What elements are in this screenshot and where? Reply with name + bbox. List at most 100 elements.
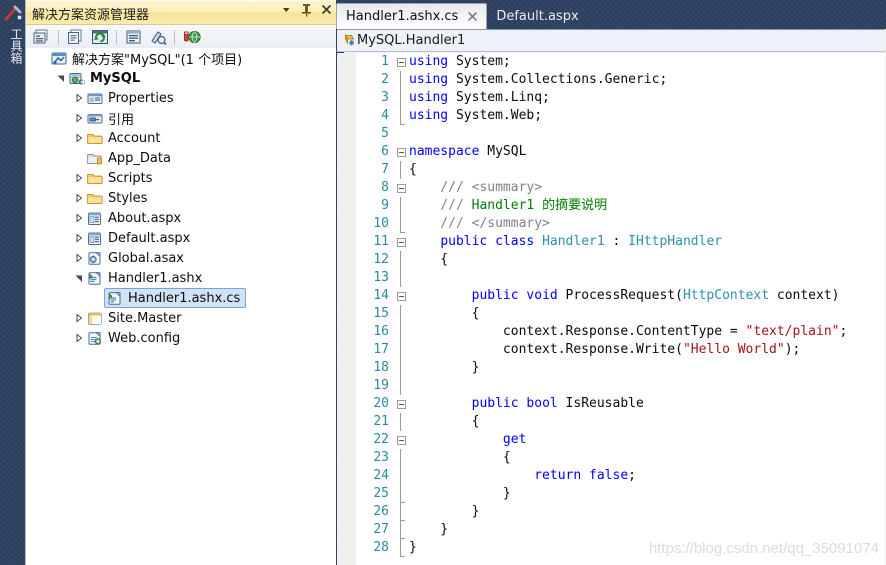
code-line[interactable]: 17 context.Response.Write("Hello World")… — [337, 341, 885, 359]
tree-item[interactable]: 解决方案"MySQL"(1 个项目) — [26, 48, 337, 68]
code-line[interactable]: 27 } — [337, 521, 885, 539]
toolbox-label: 工具箱 — [9, 28, 23, 64]
editor-tab[interactable]: Handler1.ashx.cs — [336, 3, 488, 29]
code-token: using — [409, 108, 449, 123]
code-line[interactable]: 4 using System.Web; — [337, 107, 885, 125]
editor-tab[interactable]: Default.aspx — [487, 3, 586, 29]
fold-collapse-icon[interactable] — [395, 287, 407, 305]
editor-breadcrumb[interactable]: MySQL.Handler1 — [337, 29, 885, 52]
tree-item[interactable]: App_Data — [26, 148, 337, 168]
tree-expander-collapsed-icon[interactable] — [72, 208, 86, 228]
tree-expander-expanded-icon[interactable] — [72, 268, 86, 288]
fold-collapse-icon[interactable] — [395, 53, 407, 71]
fold-collapse-icon[interactable] — [395, 179, 407, 197]
cs-file-icon — [106, 290, 124, 306]
tree-item[interactable]: Handler1.ashx — [26, 268, 337, 288]
code-line[interactable]: 25 } — [337, 485, 885, 503]
code-line[interactable]: 18 } — [337, 359, 885, 377]
fold-guide-line — [395, 107, 407, 125]
fold-guide-line — [395, 503, 407, 521]
code-lines: 1 using System; 2 using System.Collections.… — [337, 53, 885, 557]
tree-item[interactable]: Styles — [26, 188, 337, 208]
tree-item[interactable]: 引用 — [26, 108, 337, 128]
fold-guide-line — [395, 413, 407, 431]
tree-item[interactable]: About.aspx — [26, 208, 337, 228]
code-line[interactable]: 11 public class Handler1 : IHttpHandler — [337, 233, 885, 251]
tree-item[interactable]: Site.Master — [26, 308, 337, 328]
tree-expander-expanded-icon[interactable] — [54, 68, 68, 88]
tree-item[interactable]: Web.config — [26, 328, 337, 348]
code-editor-surface[interactable]: 1 using System; 2 using System.Collections.… — [337, 53, 885, 565]
tab-close-icon[interactable] — [466, 11, 478, 23]
tree-item[interactable]: Account — [26, 128, 337, 148]
tree-expander-collapsed-icon[interactable] — [72, 88, 86, 108]
solution-icon — [50, 50, 68, 66]
tree-expander-collapsed-icon[interactable] — [72, 128, 86, 148]
tree-expander-collapsed-icon[interactable] — [72, 308, 86, 328]
tree-item[interactable]: Properties — [26, 88, 337, 108]
code-line[interactable]: 1 using System; — [337, 53, 885, 71]
code-line[interactable]: 26 } — [337, 503, 885, 521]
fold-guide-line — [395, 359, 407, 377]
code-line[interactable]: 23 { — [337, 449, 885, 467]
tree-expander-collapsed-icon[interactable] — [72, 168, 86, 188]
view-code-icon[interactable] — [123, 27, 144, 47]
code-token: ProcessRequest( — [557, 288, 683, 303]
tree-item[interactable]: C# MySQL — [26, 68, 337, 88]
visual-studio-window: 工具箱 解决方案资源管理器 解决方案"MySQL"(1 个项目) C MySQL… — [0, 0, 886, 565]
tree-expander-collapsed-icon[interactable] — [72, 228, 86, 248]
tree-expander-collapsed-icon[interactable] — [72, 328, 86, 348]
tree-expander-collapsed-icon[interactable] — [72, 108, 86, 128]
toolbox-panel-collapsed[interactable]: 工具箱 — [0, 0, 26, 565]
code-token: public class — [440, 234, 535, 249]
class-icon — [340, 33, 356, 49]
pin-icon[interactable] — [300, 3, 313, 18]
code-line[interactable]: 19 — [337, 377, 885, 395]
fold-guide-line — [395, 449, 407, 467]
publish-icon[interactable] — [181, 27, 202, 47]
close-icon[interactable] — [320, 3, 333, 18]
tree-item[interactable]: Global.asax — [26, 248, 337, 268]
code-line[interactable]: 3 using System.Linq; — [337, 89, 885, 107]
line-number: 11 — [373, 234, 389, 249]
code-line[interactable]: 28} — [337, 539, 885, 557]
show-all-files-icon[interactable] — [65, 27, 86, 47]
code-line[interactable]: 16 context.Response.ContentType = "text/… — [337, 323, 885, 341]
line-number: 6 — [381, 144, 389, 159]
code-line[interactable]: 12 { — [337, 251, 885, 269]
code-line[interactable]: 9 /// Handler1 的摘要说明 — [337, 197, 885, 215]
code-line-text: using System; — [409, 53, 511, 71]
code-line[interactable]: 24 return false; — [337, 467, 885, 485]
fold-collapse-icon[interactable] — [395, 233, 407, 251]
code-line[interactable]: 8 /// <summary> — [337, 179, 885, 197]
code-line[interactable]: 6 namespace MySQL — [337, 143, 885, 161]
code-line[interactable]: 13 — [337, 269, 885, 287]
code-line[interactable]: 14 public void ProcessRequest(HttpContex… — [337, 287, 885, 305]
properties-window-icon[interactable] — [31, 27, 52, 47]
tree-expander-collapsed-icon[interactable] — [72, 188, 86, 208]
dropdown-icon[interactable] — [280, 3, 293, 18]
tree-item[interactable]: Scripts — [26, 168, 337, 188]
code-line[interactable]: 20 public bool IsReusable — [337, 395, 885, 413]
solution-tree[interactable]: 解决方案"MySQL"(1 个项目) C# MySQL Properties 引用 Acc… — [26, 48, 337, 565]
tree-item[interactable]: Default.aspx — [26, 228, 337, 248]
code-line[interactable]: 5 — [337, 125, 885, 143]
code-token: </summary> — [471, 216, 550, 231]
code-line[interactable]: 7{ — [337, 161, 885, 179]
fold-collapse-icon[interactable] — [395, 143, 407, 161]
fold-collapse-icon[interactable] — [395, 395, 407, 413]
code-line[interactable]: 21 { — [337, 413, 885, 431]
code-line[interactable]: 15 { — [337, 305, 885, 323]
line-number: 24 — [373, 468, 389, 483]
view-designer-icon[interactable] — [147, 27, 168, 47]
refresh-icon[interactable] — [89, 27, 110, 47]
fold-collapse-icon[interactable] — [395, 431, 407, 449]
fold-guide-line — [395, 305, 407, 323]
tree-expander-collapsed-icon[interactable] — [72, 248, 86, 268]
code-line[interactable]: 2 using System.Collections.Generic; — [337, 71, 885, 89]
code-line[interactable]: 10 /// </summary> — [337, 215, 885, 233]
tree-item[interactable]: Handler1.ashx.cs — [26, 288, 337, 308]
code-line[interactable]: 22 get — [337, 431, 885, 449]
